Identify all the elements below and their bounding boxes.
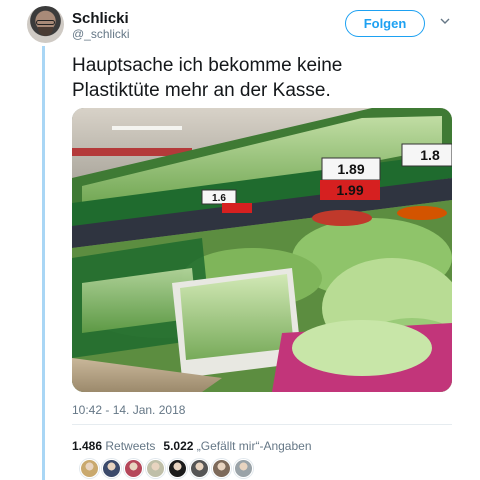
- liker-avatars: [80, 459, 253, 479]
- avatar[interactable]: [27, 6, 64, 43]
- liker-avatar-7[interactable]: [212, 459, 231, 478]
- beard-shape: [38, 27, 53, 36]
- price-tag-right: 1.8: [420, 147, 440, 163]
- liker-avatar-1[interactable]: [80, 459, 99, 478]
- supermarket-produce-photo: 1.89 1.99 1.8 1.6: [72, 108, 452, 392]
- price-tag-top: 1.89: [337, 161, 364, 177]
- chevron-down-icon[interactable]: [440, 16, 450, 26]
- liker-avatar-4[interactable]: [146, 459, 165, 478]
- thread-line: [42, 46, 45, 480]
- likes-stat[interactable]: 5.022 „Gefällt mir“-Angaben: [163, 439, 311, 453]
- likes-label: „Gefällt mir“-Angaben: [196, 439, 312, 453]
- tweet-text-line-1: Hauptsache ich bekomme keine: [72, 55, 343, 76]
- liker-avatar-8[interactable]: [234, 459, 253, 478]
- user-handle[interactable]: @_schlicki: [72, 27, 130, 41]
- retweets-count: 1.486: [72, 439, 103, 453]
- divider: [72, 424, 452, 425]
- tweet-text-line-2: Plastiktüte mehr an der Kasse.: [72, 80, 331, 101]
- price-tag-mid: 1.6: [212, 193, 226, 204]
- liker-avatar-5[interactable]: [168, 459, 187, 478]
- liker-avatar-6[interactable]: [190, 459, 209, 478]
- price-tag-red: 1.99: [336, 182, 363, 198]
- retweets-stat[interactable]: 1.486 Retweets: [72, 439, 155, 453]
- likes-count: 5.022: [163, 439, 194, 453]
- tweet-text: Hauptsache ich bekomme keine Plastiktüte…: [72, 53, 452, 103]
- liker-avatar-2[interactable]: [102, 459, 121, 478]
- glasses-shape: [36, 20, 55, 25]
- retweets-label: Retweets: [105, 439, 156, 453]
- tweet-timestamp[interactable]: 10:42 - 14. Jan. 2018: [72, 403, 185, 417]
- user-name[interactable]: Schlicki: [72, 10, 129, 27]
- tweet-stats: 1.486 Retweets 5.022 „Gefällt mir“-Angabe…: [72, 439, 312, 453]
- follow-button[interactable]: Folgen: [345, 10, 425, 37]
- tweet-photo[interactable]: 1.89 1.99 1.8 1.6: [72, 108, 452, 392]
- liker-avatar-3[interactable]: [124, 459, 143, 478]
